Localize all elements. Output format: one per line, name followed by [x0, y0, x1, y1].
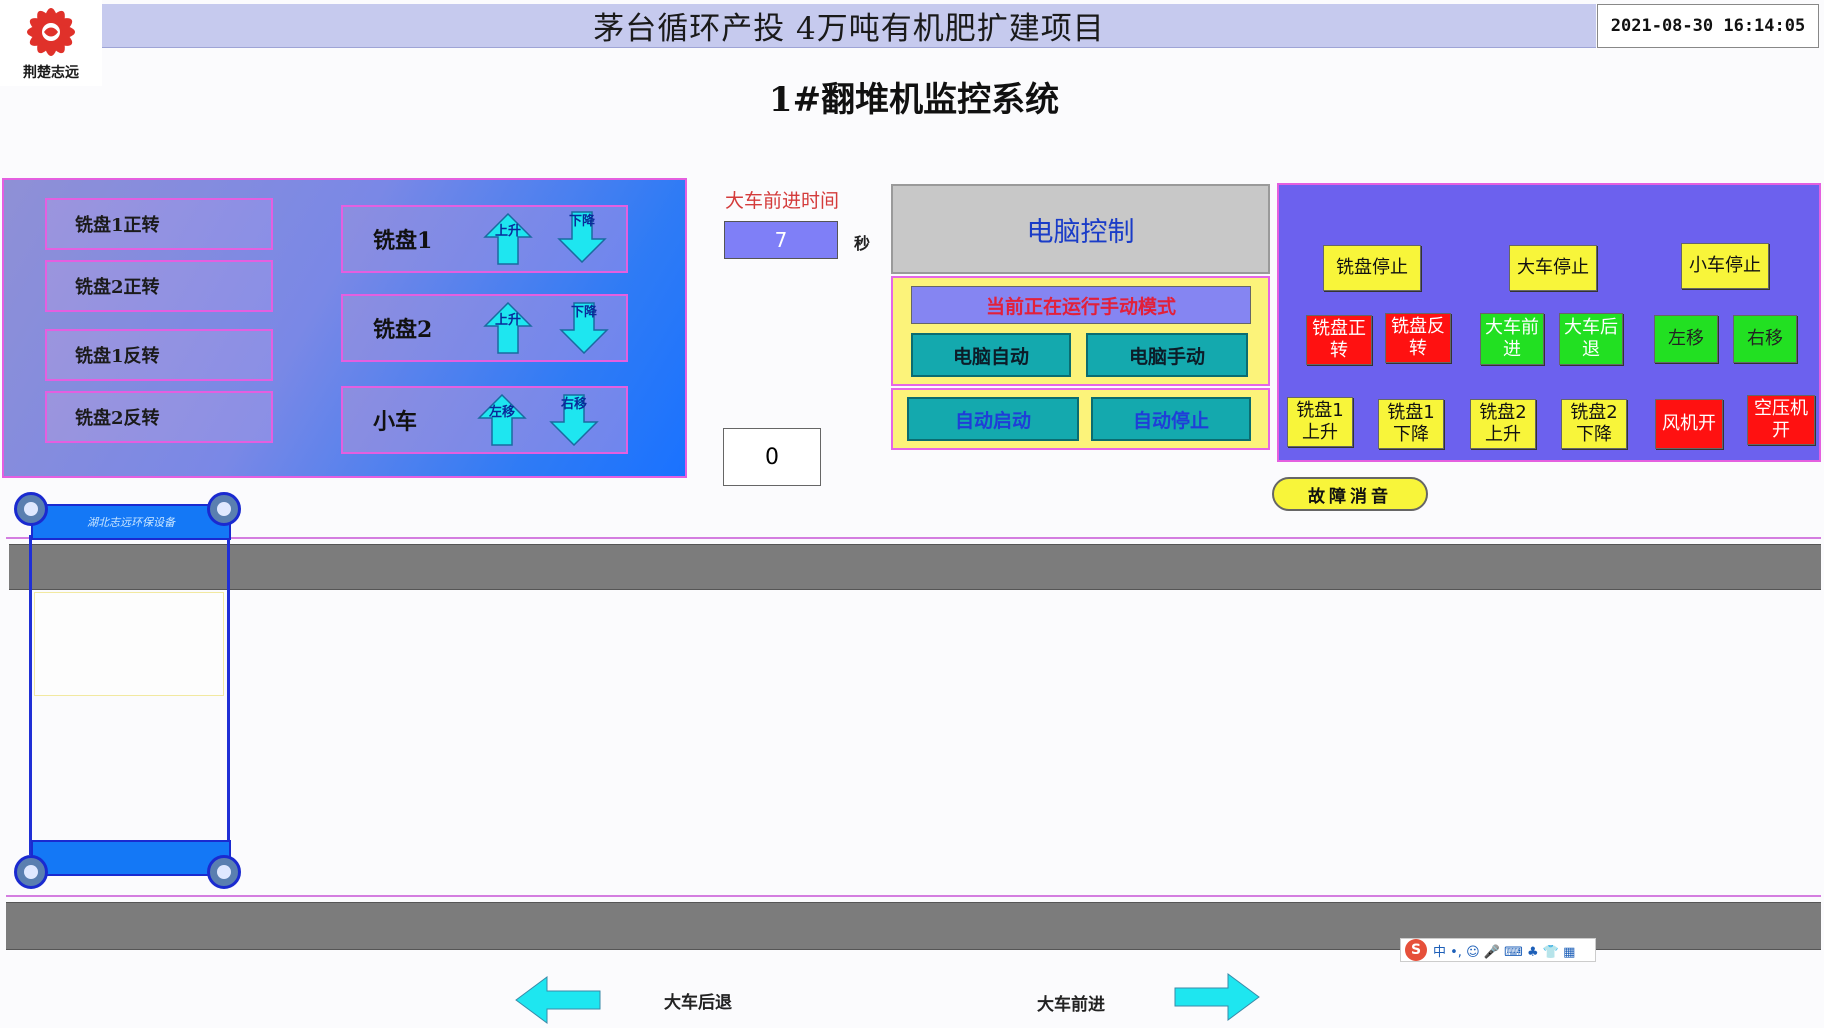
mill1-up-indicator[interactable]: 铣盘1 上升: [1287, 397, 1353, 447]
indicator-line1: 铣盘2: [1479, 402, 1527, 423]
indicator-line1: 风机开: [1662, 413, 1716, 434]
mill2-forward-button[interactable]: 铣盘2正转: [45, 260, 273, 312]
indicator-line1: 铣盘1: [1387, 402, 1435, 423]
counter-display: 0: [723, 428, 821, 486]
pc-control-title: 电脑控制: [891, 184, 1270, 274]
indicator-line2: 上升: [1485, 424, 1521, 445]
trolley-right-button[interactable]: 右移: [549, 394, 599, 446]
top-rail: [9, 544, 1821, 590]
machine-brand-text: 湖北志远环保设备: [87, 516, 175, 529]
cart-forward-label: 大车前进: [1037, 995, 1105, 1015]
mill2-up-text: 上升: [494, 313, 521, 328]
arrow-up-icon: [483, 213, 533, 265]
mill1-up-text: 上升: [494, 224, 521, 239]
trolley-left-text: 左移: [488, 405, 515, 420]
indicator-line2: 退: [1582, 339, 1600, 360]
arrow-left-icon: [515, 976, 601, 1024]
right-move-indicator[interactable]: 右移: [1733, 315, 1797, 363]
wheel-icon: [207, 855, 241, 889]
mill1-down-indicator[interactable]: 铣盘1 下降: [1378, 399, 1444, 449]
mill-forward-indicator[interactable]: 铣盘正转: [1306, 315, 1372, 365]
project-title: 茅台循环产投 4万吨有机肥扩建项目: [102, 4, 1596, 48]
indicator-line1: 空压机: [1754, 398, 1808, 419]
manual-control-panel: 铣盘1正转 铣盘2正转 铣盘1反转 铣盘2反转 铣盘1 上升 下降 铣盘2 上升…: [2, 178, 687, 478]
travel-time-input[interactable]: 7: [724, 221, 838, 259]
mill2-lift-group: 铣盘2 上升 下降: [341, 294, 628, 362]
mill1-down-text: 下降: [568, 214, 595, 229]
mill2-down-indicator[interactable]: 铣盘2 下降: [1561, 399, 1627, 449]
trolley-stop-button[interactable]: 小车停止: [1681, 243, 1769, 289]
arrow-right-icon: [1174, 973, 1260, 1021]
top-rail-line: [6, 537, 1821, 539]
ime-toolbar-icons[interactable]: 中 •, ☺ 🎤 ⌨ ♣ 👕 ▦: [1433, 941, 1575, 960]
pc-manual-button[interactable]: 电脑手动: [1086, 333, 1248, 377]
ime-toolbar[interactable]: S 中 •, ☺ 🎤 ⌨ ♣ 👕 ▦: [1400, 938, 1596, 962]
cart-back-arrow-button[interactable]: [515, 976, 601, 1028]
indicator-line2: 转: [1409, 338, 1427, 359]
page-title: 1#翻堆机监控系统: [768, 80, 1060, 120]
mill2-reverse-button[interactable]: 铣盘2反转: [45, 391, 273, 443]
mill1-reverse-button[interactable]: 铣盘1反转: [45, 329, 273, 381]
left-move-indicator[interactable]: 左移: [1654, 315, 1718, 363]
cart-back-indicator[interactable]: 大车后退: [1559, 313, 1623, 365]
compressor-on-indicator[interactable]: 空压机开: [1747, 395, 1815, 445]
wheel-icon: [207, 492, 241, 526]
time-unit-label: 秒: [854, 234, 871, 253]
mill1-lift-group: 铣盘1 上升 下降: [341, 205, 628, 273]
turner-machine-window: [34, 592, 224, 696]
turner-machine-top-beam: 湖北志远环保设备: [31, 504, 231, 540]
wheel-icon: [14, 492, 48, 526]
mill-stop-button[interactable]: 铣盘停止: [1323, 245, 1421, 291]
mill1-forward-button[interactable]: 铣盘1正转: [45, 198, 273, 250]
mill1-up-button[interactable]: 上升: [483, 213, 533, 265]
indicator-line1: 铣盘2: [1570, 402, 1618, 423]
status-panel: 铣盘停止 大车停止 小车停止 铣盘正转 铣盘反转 大车前进 大车后退 左移 右移…: [1277, 183, 1821, 462]
indicator-line2: 开: [1772, 420, 1790, 441]
turner-machine-bottom-beam: [31, 840, 231, 876]
trolley-move-group: 小车 左移 右移: [341, 386, 628, 454]
travel-time-label: 大车前进时间: [725, 190, 840, 212]
mill-reverse-indicator[interactable]: 铣盘反转: [1385, 313, 1451, 363]
indicator-line2: 进: [1503, 339, 1521, 360]
mill2-label: 铣盘2: [373, 317, 433, 343]
fault-silence-button[interactable]: 故障消音: [1272, 477, 1428, 511]
indicator-line2: 下降: [1576, 424, 1612, 445]
mode-status: 当前正在运行手动模式: [911, 286, 1251, 324]
datetime-display: 2021-08-30 16:14:05: [1597, 4, 1819, 48]
mill2-down-button[interactable]: 下降: [559, 302, 609, 354]
trolley-left-button[interactable]: 左移: [477, 394, 527, 446]
auto-start-button[interactable]: 自动启动: [907, 397, 1079, 441]
mill2-up-indicator[interactable]: 铣盘2 上升: [1470, 399, 1536, 449]
mill2-down-text: 下降: [570, 305, 597, 320]
indicator-line1: 铣盘反: [1391, 316, 1445, 337]
trolley-right-text: 右移: [560, 397, 587, 412]
cart-back-label: 大车后退: [664, 993, 732, 1013]
wheel-icon: [14, 855, 48, 889]
mill1-label: 铣盘1: [373, 228, 433, 254]
pc-auto-button[interactable]: 电脑自动: [911, 333, 1071, 377]
indicator-line2: 下降: [1393, 424, 1429, 445]
indicator-line2: 上升: [1302, 422, 1338, 443]
indicator-line1: 大车前: [1485, 317, 1539, 338]
auto-stop-button[interactable]: 自动停止: [1091, 397, 1251, 441]
auto-run-panel: 自动启动 自动停止: [891, 388, 1270, 450]
trolley-label: 小车: [373, 409, 418, 435]
mill2-up-button[interactable]: 上升: [483, 302, 533, 354]
indicator-line1: 铣盘1: [1296, 400, 1344, 421]
sogou-ime-icon[interactable]: S: [1405, 939, 1427, 961]
cart-forward-indicator[interactable]: 大车前进: [1480, 313, 1544, 365]
mode-panel: 当前正在运行手动模式 电脑自动 电脑手动: [891, 276, 1270, 386]
bottom-rail-line: [6, 895, 1821, 897]
indicator-line1: 铣盘正: [1312, 318, 1366, 339]
fan-on-indicator[interactable]: 风机开: [1655, 399, 1723, 449]
flower-logo-icon: [27, 8, 75, 56]
cart-stop-button[interactable]: 大车停止: [1509, 245, 1597, 291]
indicator-line2: 转: [1330, 340, 1348, 361]
mill1-down-button[interactable]: 下降: [557, 211, 607, 263]
arrow-up-icon: [477, 394, 527, 446]
indicator-line1: 大车后: [1564, 317, 1618, 338]
arrow-up-icon: [483, 302, 533, 354]
cart-forward-arrow-button[interactable]: [1174, 973, 1260, 1025]
